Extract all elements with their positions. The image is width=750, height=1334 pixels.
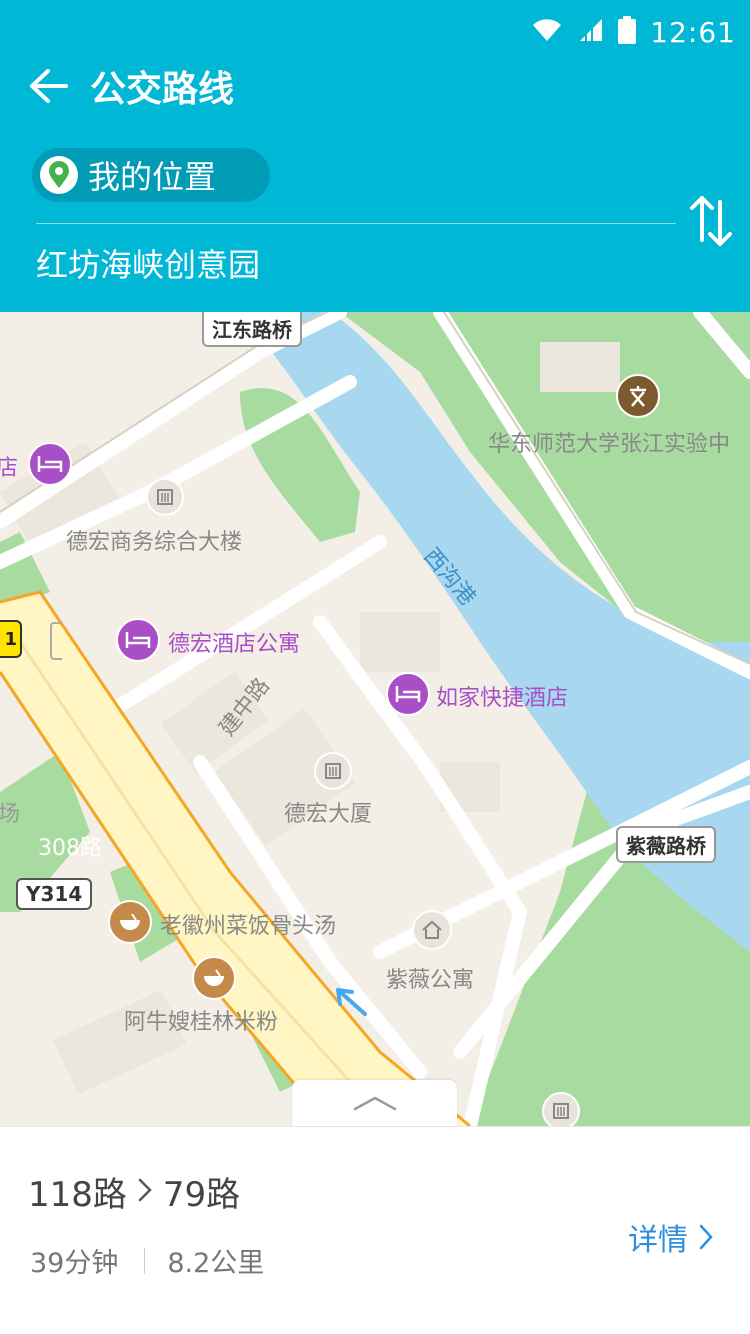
- status-bar: 12:61: [530, 12, 736, 52]
- wifi-icon: [530, 17, 564, 47]
- ziwei-apartment-label: 紫薇公寓: [386, 968, 475, 993]
- hotel-poi-icon[interactable]: [116, 618, 160, 662]
- bus-308-label: 308路: [38, 836, 102, 861]
- rujia-hotel-label: 如家快捷酒店: [436, 686, 569, 711]
- status-time: 12:61: [650, 15, 736, 49]
- swap-button[interactable]: [688, 192, 736, 252]
- header-bar: 12:61 公交路线 我的位置 红坊海峡创意园: [0, 0, 750, 312]
- hotel-poi-icon[interactable]: [386, 672, 430, 716]
- map-view[interactable]: 江东路桥 华东师范大学张江实验中 西沟港 店 德宏商务综合大楼 德宏酒店公寓 如…: [0, 312, 750, 1126]
- building-poi-icon[interactable]: [146, 478, 184, 516]
- route-meta: 39分钟 8.2公里: [30, 1241, 264, 1280]
- hotel-left-label: 店: [0, 456, 19, 481]
- road-y314-shield: Y314: [16, 878, 93, 910]
- dehong-hotel-label: 德宏酒店公寓: [168, 632, 301, 657]
- back-button[interactable]: [24, 62, 72, 110]
- chevron-right-icon: [699, 1224, 713, 1250]
- chevron-right-icon: [138, 1178, 152, 1201]
- laohuizhou-label: 老徽州菜饭骨头汤: [160, 914, 337, 939]
- route-lines: 118路 79路: [28, 1167, 240, 1216]
- title-row: 公交路线: [24, 58, 234, 114]
- page-title: 公交路线: [90, 69, 235, 110]
- details-label: 详情: [628, 1223, 688, 1258]
- school-label: 华东师范大学张江实验中: [488, 432, 731, 457]
- restaurant-poi-icon[interactable]: [108, 900, 152, 944]
- battery-icon: [618, 16, 637, 48]
- arrow-left-icon: [30, 69, 68, 103]
- route-distance: 8.2公里: [167, 1248, 265, 1279]
- hotel-poi-icon[interactable]: [28, 442, 72, 486]
- route-marker-tag: 1: [0, 620, 22, 658]
- origin-text: 我的位置: [88, 158, 217, 196]
- building-poi-icon[interactable]: [314, 752, 352, 790]
- expand-sheet-tab[interactable]: [292, 1080, 457, 1126]
- apartment-poi-icon[interactable]: [412, 910, 452, 950]
- route-line-second: 79路: [162, 1175, 241, 1215]
- route-separator: [137, 1172, 153, 1212]
- route-line-first: 118路: [28, 1175, 127, 1215]
- dehong-tower-label: 德宏大厦: [284, 802, 373, 827]
- swap-arrows-icon: [690, 196, 732, 246]
- meta-divider: [144, 1247, 146, 1274]
- bridge-label-jiangdong: 江东路桥: [202, 312, 302, 347]
- route-bracket: [50, 622, 62, 660]
- restaurant-poi-icon[interactable]: [192, 956, 236, 1000]
- aniu-noodle-label: 阿牛嫂桂林米粉: [124, 1010, 279, 1035]
- origin-field[interactable]: 我的位置: [32, 148, 270, 202]
- chevron-up-icon: [353, 1096, 396, 1111]
- building-poi-icon[interactable]: [542, 1092, 580, 1126]
- destination-field[interactable]: 红坊海峡创意园: [36, 240, 260, 286]
- school-poi-icon[interactable]: [616, 374, 660, 418]
- bridge-label-ziwei: 紫薇路桥: [616, 826, 716, 863]
- field-label: 场: [0, 802, 21, 827]
- dehong-business-label: 德宏商务综合大楼: [66, 530, 243, 555]
- details-link[interactable]: 详情: [628, 1215, 714, 1259]
- cellular-signal-icon: [578, 17, 604, 47]
- location-pin-icon: [40, 156, 78, 194]
- route-duration: 39分钟: [30, 1248, 119, 1279]
- route-summary-card[interactable]: 118路 79路 39分钟 8.2公里 详情: [0, 1126, 750, 1334]
- field-divider: [36, 223, 676, 224]
